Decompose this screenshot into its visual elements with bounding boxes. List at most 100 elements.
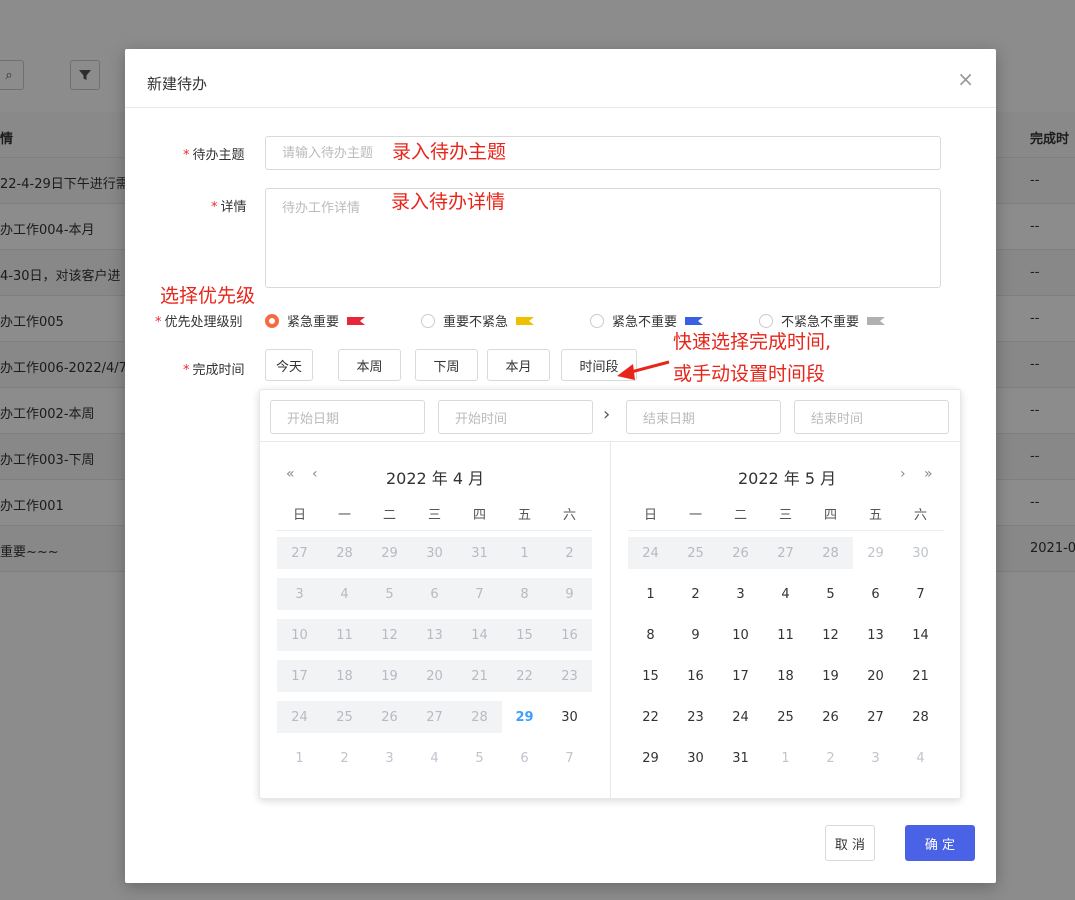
calendar-day[interactable]: 14 <box>898 619 943 651</box>
calendar-day[interactable]: 17 <box>277 660 322 692</box>
calendar-day[interactable]: 31 <box>718 742 763 774</box>
priority-option[interactable]: 紧急重要 <box>265 311 366 330</box>
start-date-input[interactable]: 开始日期 <box>270 400 425 434</box>
calendar-day[interactable]: 29 <box>367 537 412 569</box>
calendar-day[interactable]: 16 <box>673 660 718 692</box>
priority-radio[interactable] <box>265 313 279 328</box>
calendar-day[interactable]: 12 <box>808 619 853 651</box>
calendar-day[interactable]: 28 <box>322 537 367 569</box>
calendar-day[interactable]: 28 <box>898 701 943 733</box>
calendar-day[interactable]: 17 <box>718 660 763 692</box>
quick-time-button[interactable]: 本周 <box>338 349 401 381</box>
calendar-day[interactable]: 13 <box>853 619 898 651</box>
calendar-day[interactable]: 6 <box>853 578 898 610</box>
calendar-day[interactable]: 26 <box>718 537 763 569</box>
calendar-day[interactable]: 1 <box>763 742 808 774</box>
calendar-day[interactable]: 27 <box>277 537 322 569</box>
calendar-day[interactable]: 10 <box>277 619 322 651</box>
calendar-day[interactable]: 11 <box>763 619 808 651</box>
calendar-day[interactable]: 19 <box>808 660 853 692</box>
detail-textarea[interactable] <box>265 188 941 288</box>
priority-option[interactable]: 重要不紧急 <box>421 311 535 330</box>
calendar-day[interactable]: 28 <box>457 701 502 733</box>
calendar-day[interactable]: 30 <box>898 537 943 569</box>
calendar-day[interactable]: 22 <box>628 701 673 733</box>
calendar-day[interactable]: 15 <box>628 660 673 692</box>
calendar-day[interactable]: 19 <box>367 660 412 692</box>
calendar-day[interactable]: 27 <box>412 701 457 733</box>
calendar-day[interactable]: 4 <box>898 742 943 774</box>
calendar-day[interactable]: 5 <box>367 578 412 610</box>
calendar-day[interactable]: 27 <box>853 701 898 733</box>
calendar-day[interactable]: 29 <box>628 742 673 774</box>
calendar-day[interactable]: 25 <box>763 701 808 733</box>
calendar-day[interactable]: 13 <box>412 619 457 651</box>
calendar-day[interactable]: 21 <box>898 660 943 692</box>
priority-option[interactable]: 紧急不重要 <box>590 311 704 330</box>
calendar-day[interactable]: 16 <box>547 619 592 651</box>
quick-time-button[interactable]: 今天 <box>265 349 313 381</box>
calendar-day[interactable]: 25 <box>673 537 718 569</box>
calendar-day[interactable]: 18 <box>763 660 808 692</box>
calendar-day[interactable]: 9 <box>547 578 592 610</box>
calendar-day[interactable]: 15 <box>502 619 547 651</box>
calendar-day[interactable]: 7 <box>898 578 943 610</box>
calendar-day[interactable]: 3 <box>367 742 412 774</box>
calendar-day[interactable]: 2 <box>322 742 367 774</box>
calendar-day[interactable]: 27 <box>763 537 808 569</box>
close-icon[interactable]: × <box>957 67 974 91</box>
calendar-day[interactable]: 1 <box>502 537 547 569</box>
calendar-day[interactable]: 7 <box>457 578 502 610</box>
quick-time-button[interactable]: 本月 <box>487 349 550 381</box>
calendar-day[interactable]: 11 <box>322 619 367 651</box>
calendar-day[interactable]: 20 <box>412 660 457 692</box>
next-year-icon[interactable]: » <box>924 466 933 482</box>
priority-radio[interactable] <box>590 313 604 328</box>
calendar-day[interactable]: 21 <box>457 660 502 692</box>
calendar-day[interactable]: 4 <box>412 742 457 774</box>
calendar-day[interactable]: 1 <box>277 742 322 774</box>
calendar-day[interactable]: 26 <box>808 701 853 733</box>
calendar-day[interactable]: 26 <box>367 701 412 733</box>
calendar-day[interactable]: 3 <box>277 578 322 610</box>
calendar-day[interactable]: 29 <box>502 701 547 733</box>
calendar-day[interactable]: 23 <box>673 701 718 733</box>
calendar-day[interactable]: 3 <box>718 578 763 610</box>
calendar-day[interactable]: 6 <box>502 742 547 774</box>
calendar-day[interactable]: 10 <box>718 619 763 651</box>
calendar-day[interactable]: 2 <box>808 742 853 774</box>
calendar-day[interactable]: 8 <box>628 619 673 651</box>
priority-radio[interactable] <box>759 313 773 328</box>
calendar-day[interactable]: 9 <box>673 619 718 651</box>
quick-time-button[interactable]: 下周 <box>415 349 478 381</box>
cancel-button[interactable]: 取 消 <box>825 825 875 861</box>
priority-radio[interactable] <box>421 313 435 328</box>
calendar-day[interactable]: 24 <box>277 701 322 733</box>
calendar-day[interactable]: 30 <box>412 537 457 569</box>
start-time-input[interactable]: 开始时间 <box>438 400 593 434</box>
next-month-icon[interactable]: › <box>900 466 906 482</box>
calendar-day[interactable]: 30 <box>673 742 718 774</box>
confirm-button[interactable]: 确 定 <box>905 825 975 861</box>
calendar-day[interactable]: 1 <box>628 578 673 610</box>
calendar-day[interactable]: 6 <box>412 578 457 610</box>
calendar-day[interactable]: 31 <box>457 537 502 569</box>
priority-option[interactable]: 不紧急不重要 <box>759 311 886 330</box>
calendar-day[interactable]: 2 <box>547 537 592 569</box>
prev-year-icon[interactable]: « <box>286 466 295 482</box>
calendar-day[interactable]: 2 <box>673 578 718 610</box>
end-time-input[interactable]: 结束时间 <box>794 400 949 434</box>
calendar-day[interactable]: 5 <box>457 742 502 774</box>
calendar-day[interactable]: 28 <box>808 537 853 569</box>
calendar-day[interactable]: 7 <box>547 742 592 774</box>
calendar-day[interactable]: 12 <box>367 619 412 651</box>
subject-input[interactable] <box>265 136 941 170</box>
calendar-day[interactable]: 14 <box>457 619 502 651</box>
calendar-day[interactable]: 23 <box>547 660 592 692</box>
calendar-day[interactable]: 3 <box>853 742 898 774</box>
prev-month-icon[interactable]: ‹ <box>312 466 318 482</box>
calendar-day[interactable]: 8 <box>502 578 547 610</box>
calendar-day[interactable]: 24 <box>718 701 763 733</box>
calendar-day[interactable]: 29 <box>853 537 898 569</box>
calendar-day[interactable]: 4 <box>322 578 367 610</box>
